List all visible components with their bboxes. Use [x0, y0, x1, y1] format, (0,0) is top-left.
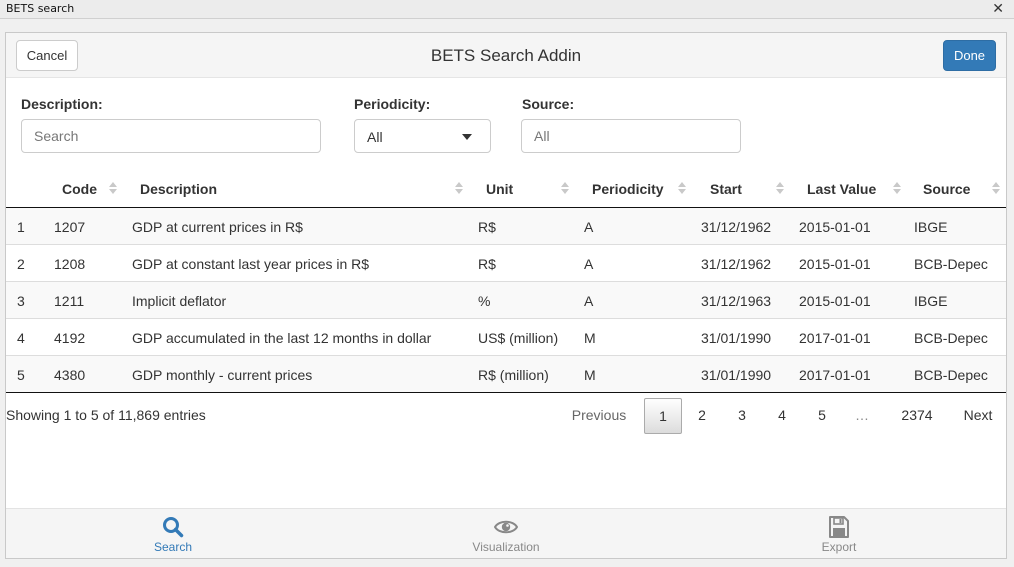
column-header-start[interactable]: Start: [710, 181, 742, 197]
cell-unit: R$: [478, 219, 496, 235]
cell-source: BCB-Depec: [914, 367, 988, 383]
cell-code: 1211: [54, 293, 85, 309]
tab-visualization-label: Visualization: [472, 540, 540, 554]
save-icon: [829, 516, 849, 538]
cell-code: 1208: [54, 256, 86, 272]
cell-code: 1207: [54, 219, 86, 235]
tab-search-label: Search: [153, 540, 193, 554]
done-button[interactable]: Done: [943, 40, 996, 71]
table-row[interactable]: 5 4380 GDP monthly - current prices R$ (…: [6, 356, 1006, 393]
pagination-page-1[interactable]: 1: [644, 398, 682, 434]
addin-dialog: Cancel BETS Search Addin Done Descriptio…: [5, 32, 1007, 559]
dialog-header: Cancel BETS Search Addin Done: [6, 33, 1006, 78]
row-index: 4: [17, 330, 25, 346]
table-bottom-divider: [6, 392, 1006, 393]
table-row[interactable]: 1 1207 GDP at current prices in R$ R$ A …: [6, 208, 1006, 245]
sort-icon[interactable]: [109, 180, 117, 196]
cell-code: 4192: [54, 330, 86, 346]
description-filter-label: Description:: [21, 96, 103, 112]
tab-search[interactable]: Search: [93, 509, 253, 559]
pagination-next[interactable]: Next: [954, 398, 1002, 434]
column-header-description[interactable]: Description: [140, 181, 217, 197]
sort-icon[interactable]: [893, 180, 901, 196]
column-header-last-value[interactable]: Last Value: [807, 181, 876, 197]
pagination-page-last[interactable]: 2374: [890, 398, 944, 434]
cell-last-value: 2017-01-01: [799, 330, 871, 346]
tab-export[interactable]: Export: [759, 509, 919, 559]
pagination-page-5[interactable]: 5: [804, 398, 840, 434]
periodicity-selected-value: All: [367, 129, 383, 145]
cell-start: 31/12/1962: [701, 219, 772, 235]
row-index: 2: [17, 256, 25, 272]
pagination-page-2[interactable]: 2: [684, 398, 720, 434]
periodicity-filter-label: Periodicity:: [354, 96, 431, 112]
search-icon: [163, 517, 184, 538]
cell-source: IBGE: [914, 219, 948, 235]
cell-description: GDP at constant last year prices in R$: [132, 256, 370, 272]
eye-icon: [494, 520, 518, 534]
cell-last-value: 2015-01-01: [799, 293, 871, 309]
window-title: BETS search: [6, 2, 75, 15]
cell-description: Implicit deflator: [132, 293, 227, 309]
periodicity-select[interactable]: All: [354, 119, 491, 153]
table-row[interactable]: 2 1208 GDP at constant last year prices …: [6, 245, 1006, 282]
cell-last-value: 2017-01-01: [799, 367, 871, 383]
cell-start: 31/12/1963: [701, 293, 772, 309]
cell-start: 31/12/1962: [701, 256, 772, 272]
cell-last-value: 2015-01-01: [799, 219, 871, 235]
tab-visualization[interactable]: Visualization: [426, 509, 586, 559]
tab-bar: Search Visualization Export: [6, 508, 1006, 558]
pagination-ellipsis: …: [855, 407, 869, 423]
column-header-code[interactable]: Code: [62, 181, 97, 197]
table-row[interactable]: 3 1211 Implicit deflator % A 31/12/1963 …: [6, 282, 1006, 319]
pagination-previous[interactable]: Previous: [562, 398, 636, 434]
pagination-page-4[interactable]: 4: [764, 398, 800, 434]
sort-icon[interactable]: [561, 180, 569, 196]
cell-periodicity: A: [584, 219, 594, 235]
column-header-source[interactable]: Source: [923, 181, 970, 197]
cell-unit: %: [478, 293, 491, 309]
cell-description: GDP monthly - current prices: [132, 367, 313, 383]
table-info: Showing 1 to 5 of 11,869 entries: [6, 407, 206, 423]
cell-periodicity: A: [584, 293, 594, 309]
cell-start: 31/01/1990: [701, 367, 772, 383]
source-filter-input[interactable]: [521, 119, 741, 153]
window-titlebar: BETS search ✕: [0, 0, 1014, 19]
row-index: 3: [17, 293, 25, 309]
sort-icon[interactable]: [678, 180, 686, 196]
cell-code: 4380: [54, 367, 86, 383]
pagination-page-3[interactable]: 3: [724, 398, 760, 434]
source-filter-label: Source:: [522, 96, 575, 112]
cell-unit: R$ (million): [478, 367, 549, 383]
close-icon[interactable]: ✕: [992, 0, 1004, 17]
dialog-title: BETS Search Addin: [430, 46, 582, 65]
row-index: 5: [17, 367, 25, 383]
cell-description: GDP at current prices in R$: [132, 219, 303, 235]
cell-periodicity: A: [584, 256, 594, 272]
cell-last-value: 2015-01-01: [799, 256, 871, 272]
sort-icon[interactable]: [455, 180, 463, 196]
sort-icon[interactable]: [776, 180, 784, 196]
column-header-unit[interactable]: Unit: [486, 181, 513, 197]
cell-start: 31/01/1990: [701, 330, 772, 346]
cell-source: IBGE: [914, 293, 948, 309]
sort-icon[interactable]: [992, 180, 1000, 196]
cell-periodicity: M: [584, 367, 596, 383]
row-index: 1: [17, 219, 25, 235]
cell-periodicity: M: [584, 330, 596, 346]
cell-unit: US$ (million): [478, 330, 559, 346]
cell-source: BCB-Depec: [914, 330, 988, 346]
cell-source: BCB-Depec: [914, 256, 988, 272]
cell-description: GDP accumulated in the last 12 months in…: [132, 330, 432, 346]
table-row[interactable]: 4 4192 GDP accumulated in the last 12 mo…: [6, 319, 1006, 356]
column-header-periodicity[interactable]: Periodicity: [592, 181, 664, 197]
tab-export-label: Export: [821, 540, 857, 554]
description-search-input[interactable]: [21, 119, 321, 153]
caret-down-icon: [462, 134, 472, 140]
cell-unit: R$: [478, 256, 496, 272]
